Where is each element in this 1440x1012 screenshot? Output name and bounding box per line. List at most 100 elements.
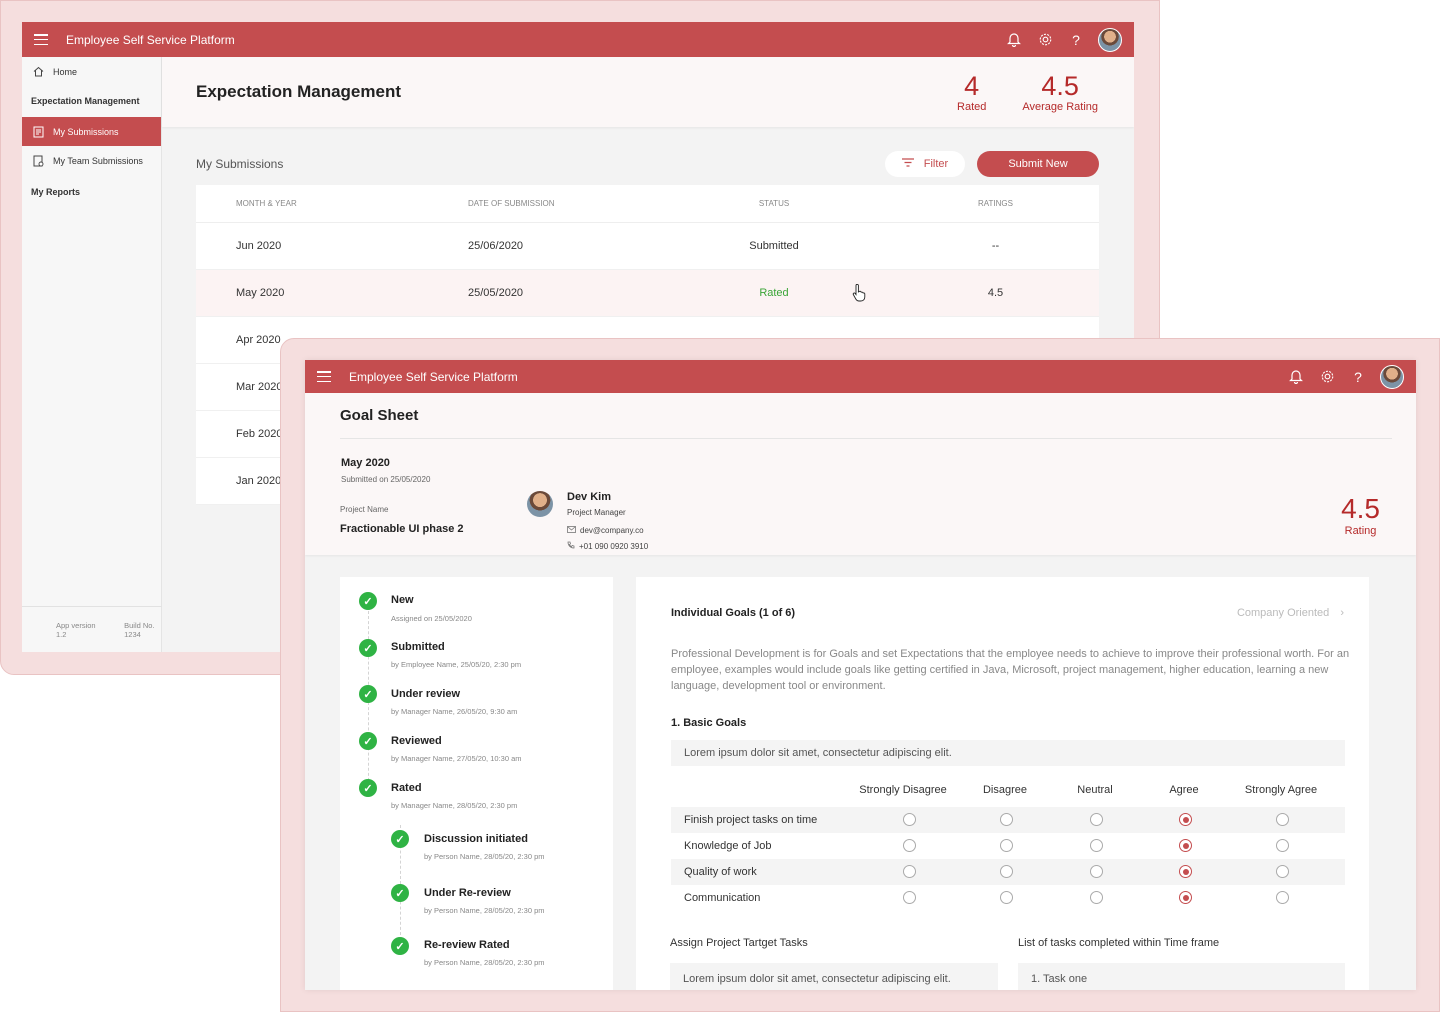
bell-icon[interactable] (1287, 368, 1305, 386)
chevron-right-icon: › (1340, 607, 1344, 619)
radio-option[interactable] (1000, 813, 1013, 826)
rating-value: 4.5 (1341, 493, 1380, 524)
stat-value: 4 (964, 71, 980, 101)
criteria-row: Finish project tasks on time (671, 807, 1345, 833)
criteria-row: Communication (671, 885, 1345, 911)
divider (340, 438, 1392, 439)
sidebar-item-my-reports[interactable]: My Reports (22, 177, 161, 206)
radio-option[interactable] (1090, 891, 1103, 904)
table-row[interactable]: Jun 2020 25/06/2020 Submitted -- (196, 223, 1099, 270)
avatar[interactable] (1380, 364, 1404, 389)
radio-option[interactable] (1090, 865, 1103, 878)
step-title: Reviewed (391, 735, 442, 747)
step-title: Submitted (391, 641, 445, 653)
radio-option[interactable] (1276, 839, 1289, 852)
top-bar: Employee Self Service Platform ? (22, 22, 1134, 57)
sidebar-item-label: My Team Submissions (53, 155, 143, 166)
radio-option[interactable] (1000, 865, 1013, 878)
help-icon[interactable]: ? (1349, 368, 1367, 386)
filter-button[interactable]: Filter (885, 151, 965, 177)
app-title: Employee Self Service Platform (349, 369, 518, 384)
radio-option[interactable] (1276, 891, 1289, 904)
radio-option[interactable] (1276, 865, 1289, 878)
menu-icon[interactable] (317, 371, 331, 382)
project-label: Project Name (340, 505, 389, 514)
sidebar-item-label: Expectation Management (31, 95, 140, 106)
step-detail: by Person Name, 28/05/20, 2:30 pm (424, 906, 545, 915)
person-role: Project Manager (567, 508, 626, 517)
criteria-label: Communication (684, 892, 761, 904)
radio-option[interactable] (1000, 891, 1013, 904)
criteria-label: Knowledge of Job (684, 840, 772, 852)
gear-icon[interactable] (1318, 368, 1336, 386)
sidebar-item-team-submissions[interactable]: My Team Submissions (22, 146, 161, 175)
completed-tasks-field[interactable]: 1. Task one (1018, 963, 1345, 990)
criteria-label: Finish project tasks on time (684, 814, 818, 826)
criteria-label: Quality of work (684, 866, 757, 878)
stat-rated: 4 Rated (957, 71, 986, 113)
step-detail: by Employee Name, 25/05/20, 2:30 pm (391, 660, 522, 669)
menu-icon[interactable] (34, 34, 48, 45)
section-text: Lorem ipsum dolor sit amet, consectetur … (671, 740, 1345, 766)
assign-tasks-field[interactable]: Lorem ipsum dolor sit amet, consectetur … (670, 963, 998, 990)
page-title: Goal Sheet (340, 407, 419, 424)
status-timeline: ✓ New Assigned on 25/05/2020 ✓ Submitted… (340, 577, 613, 990)
person-email[interactable]: dev@company.co (567, 526, 644, 535)
check-icon: ✓ (359, 779, 377, 797)
phone-text: +01 090 0920 3910 (579, 542, 649, 551)
sidebar-item-label: My Submissions (53, 126, 119, 137)
help-icon[interactable]: ? (1067, 31, 1085, 49)
goal-sheet-header: Goal Sheet May 2020 Submitted on 25/05/2… (305, 393, 1416, 555)
submit-new-button[interactable]: Submit New (977, 151, 1099, 177)
cell-status: Submitted (749, 240, 799, 252)
step-title: New (391, 594, 414, 606)
column-header[interactable]: DATE OF SUBMISSION (426, 199, 656, 208)
radio-option[interactable] (1000, 839, 1013, 852)
step-title: Under Re-review (424, 887, 511, 899)
next-goal-link[interactable]: Company Oriented › (1237, 607, 1344, 619)
criteria-row: Quality of work (671, 859, 1345, 885)
radio-option[interactable] (1090, 813, 1103, 826)
check-icon: ✓ (359, 732, 377, 750)
home-icon (32, 66, 44, 78)
radio-option[interactable] (903, 839, 916, 852)
avatar[interactable] (1098, 27, 1122, 52)
top-bar: Employee Self Service Platform ? (305, 360, 1416, 393)
hand-cursor-icon (852, 283, 866, 307)
gear-icon[interactable] (1036, 31, 1054, 49)
section-title: 1. Basic Goals (671, 717, 747, 729)
column-header[interactable]: RATINGS (892, 199, 1099, 208)
column-header[interactable]: MONTH & YEAR (196, 199, 426, 208)
step-title: Rated (391, 782, 422, 794)
step-detail: Assigned on 25/05/2020 (391, 614, 472, 623)
radio-option[interactable] (903, 865, 916, 878)
mail-icon (567, 526, 576, 535)
sidebar-group-expectation: Expectation Management (22, 86, 161, 115)
sidebar-item-my-submissions[interactable]: My Submissions (22, 117, 161, 146)
document-icon (32, 126, 44, 138)
team-document-icon (32, 155, 44, 167)
column-header[interactable]: STATUS (656, 199, 892, 208)
scale-header: Strongly Agree (1244, 784, 1318, 796)
criteria-row: Knowledge of Job (671, 833, 1345, 859)
bell-icon[interactable] (1005, 31, 1023, 49)
step-detail: by Manager Name, 27/05/20, 10:30 am (391, 754, 522, 763)
check-icon: ✓ (391, 884, 409, 902)
cell-month: May 2020 (236, 287, 285, 299)
radio-option[interactable] (1090, 839, 1103, 852)
radio-option-selected[interactable] (1179, 891, 1192, 904)
sidebar-item-label: My Reports (31, 186, 81, 197)
radio-option-selected[interactable] (1179, 839, 1192, 852)
completed-tasks-label: List of tasks completed within Time fram… (1018, 937, 1220, 949)
sidebar-item-home[interactable]: Home (22, 57, 161, 86)
radio-option[interactable] (1276, 813, 1289, 826)
radio-option[interactable] (903, 891, 916, 904)
radio-option-selected[interactable] (1179, 865, 1192, 878)
check-icon: ✓ (359, 685, 377, 703)
radio-option[interactable] (903, 813, 916, 826)
email-text: dev@company.co (580, 526, 644, 535)
radio-option-selected[interactable] (1179, 813, 1192, 826)
table-row[interactable]: May 2020 25/05/2020 Rated 4.5 (196, 270, 1099, 317)
person-phone[interactable]: +01 090 0920 3910 (567, 541, 648, 551)
sidebar-item-label: Home (53, 66, 78, 77)
